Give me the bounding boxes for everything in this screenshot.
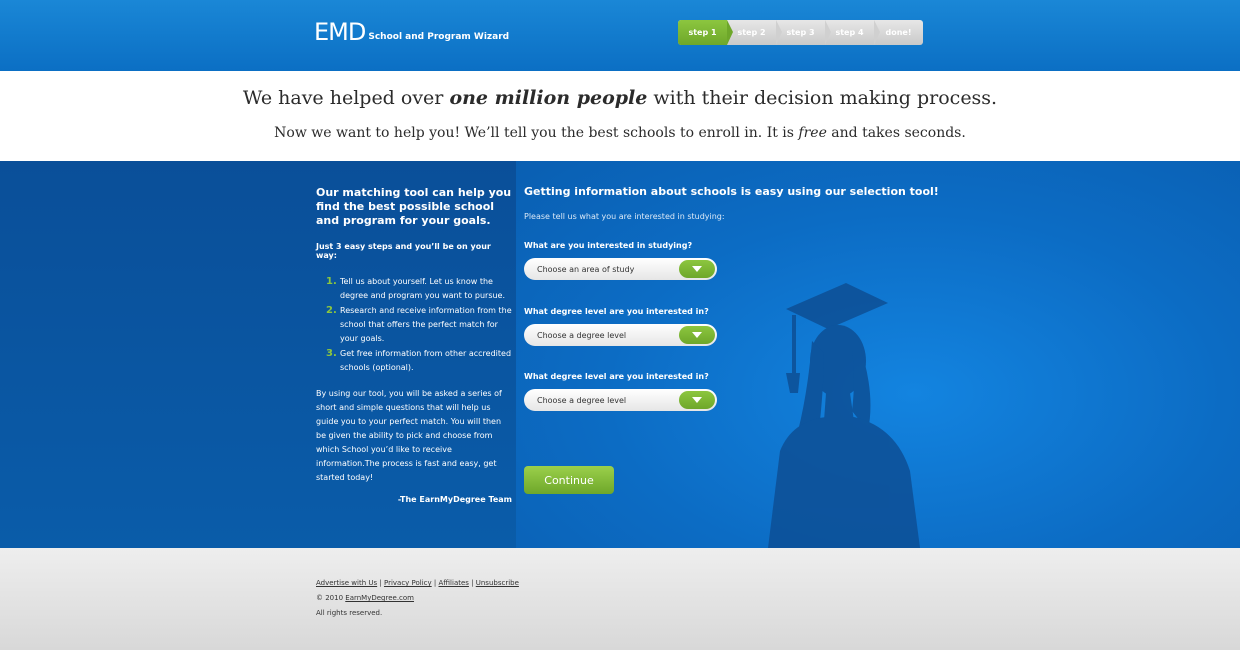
info-column: Our matching tool can help you find the …: [316, 186, 512, 504]
hero-headline-emphasis: one million people: [449, 87, 648, 109]
link-separator: |: [431, 579, 439, 587]
form-heading: Getting information about schools is eas…: [524, 185, 939, 198]
main-band: Our matching tool can help you find the …: [0, 161, 1240, 548]
progress-steps: step 1 step 2 step 3 step 4 done!: [678, 20, 923, 45]
advertise-link[interactable]: Advertise with Us: [316, 579, 377, 587]
study-area-select-value: Choose an area of study: [537, 264, 635, 274]
step-number: 3.: [326, 348, 337, 359]
logo-mark: EMD: [314, 18, 366, 46]
question-label-study: What are you interested in studying?: [524, 241, 693, 250]
chevron-down-icon[interactable]: [679, 391, 715, 409]
copyright-prefix: © 2010: [316, 594, 346, 602]
step-number: 2.: [326, 305, 337, 316]
graduate-illustration: [768, 283, 920, 548]
info-heading: Our matching tool can help you find the …: [316, 186, 512, 227]
study-area-select[interactable]: Choose an area of study: [524, 258, 717, 280]
footer: Advertise with Us | Privacy Policy | Aff…: [0, 548, 1240, 650]
hero-subline-prefix: Now we want to help you! We’ll tell you …: [274, 125, 799, 141]
rights-reserved: All rights reserved.: [316, 609, 383, 617]
continue-button[interactable]: Continue: [524, 466, 614, 494]
step-1: step 1: [678, 20, 733, 45]
step-text: Get free information from other accredit…: [340, 349, 512, 372]
chevron-down-icon[interactable]: [679, 326, 715, 344]
step-number: 1.: [326, 276, 337, 287]
footer-content: Advertise with Us | Privacy Policy | Aff…: [316, 576, 519, 621]
info-body: By using our tool, you will be asked a s…: [316, 389, 502, 482]
privacy-policy-link[interactable]: Privacy Policy: [384, 579, 432, 587]
logo-subtitle: School and Program Wizard: [368, 32, 510, 42]
team-signature: -The EarnMyDegree Team: [397, 495, 512, 504]
step-4: step 4: [825, 20, 880, 45]
step-text: Tell us about yourself. Let us know the …: [340, 277, 506, 300]
hero-headline: We have helped over one million people w…: [0, 87, 1240, 109]
link-separator: |: [468, 579, 476, 587]
list-item: 3. Get free information from other accred…: [316, 347, 512, 375]
site-link[interactable]: EarnMyDegree.com: [345, 594, 414, 602]
degree-level-select-value: Choose a degree level: [537, 330, 627, 340]
degree-level-select-2[interactable]: Choose a degree level: [524, 389, 717, 411]
hero-subline-emphasis: free: [798, 125, 827, 141]
header: EMD School and Program Wizard step 1 ste…: [0, 0, 1240, 71]
list-item: 1. Tell us about yourself. Let us know th…: [316, 275, 512, 303]
list-item: 2. Research and receive information from …: [316, 304, 512, 346]
step-3: step 3: [776, 20, 831, 45]
copyright: © 2010 EarnMyDegree.com: [316, 591, 519, 606]
degree-level-select-2-value: Choose a degree level: [537, 395, 627, 405]
footer-links: Advertise with Us | Privacy Policy | Aff…: [316, 576, 519, 591]
hero-subline-suffix: and takes seconds.: [826, 125, 966, 141]
affiliates-link[interactable]: Affiliates: [439, 579, 469, 587]
step-2: step 2: [727, 20, 782, 45]
logo[interactable]: EMD School and Program Wizard: [314, 20, 509, 44]
unsubscribe-link[interactable]: Unsubscribe: [476, 579, 519, 587]
degree-level-select[interactable]: Choose a degree level: [524, 324, 717, 346]
link-separator: |: [377, 579, 384, 587]
hero-headline-prefix: We have helped over: [242, 87, 450, 109]
step-text: Research and receive information from th…: [340, 306, 512, 343]
hero-headline-suffix: with their decision making process.: [647, 87, 998, 109]
form-intro: Please tell us what you are interested i…: [524, 212, 725, 221]
step-done: done!: [885, 28, 912, 37]
hero-subline: Now we want to help you! We’ll tell you …: [0, 125, 1240, 141]
info-subheading: Just 3 easy steps and you’ll be on your …: [316, 242, 491, 260]
steps-list: 1. Tell us about yourself. Let us know th…: [316, 275, 512, 375]
chevron-down-icon[interactable]: [679, 260, 715, 278]
